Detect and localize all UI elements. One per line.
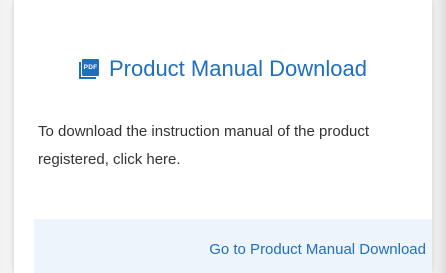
pdf-icon: PDF	[78, 59, 99, 79]
page-background: PDF Product Manual Download To download …	[0, 0, 446, 273]
manual-download-card: PDF Product Manual Download To download …	[14, 0, 432, 273]
pdf-icon-label: PDF	[81, 59, 99, 76]
link-bar: Go to Product Manual Download	[34, 219, 432, 273]
go-to-manual-download-link[interactable]: Go to Product Manual Download	[209, 241, 426, 258]
card-header: PDF Product Manual Download	[14, 52, 432, 86]
card-description: To download the instruction manual of th…	[38, 123, 370, 168]
card-title: Product Manual Download	[108, 56, 368, 81]
